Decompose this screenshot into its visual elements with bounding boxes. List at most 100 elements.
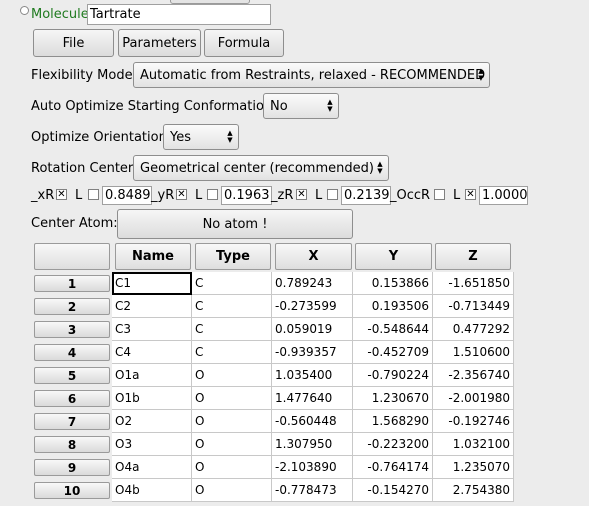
rotation-center-value: Geometrical center (recommended) [140,160,374,176]
table-cell-name[interactable]: C2 [112,295,192,318]
table-cell-type[interactable]: O [192,456,272,479]
table-cell-name[interactable]: O2 [112,410,192,433]
zR-refine-checkbox[interactable]: ✕ [296,189,307,200]
flexibility-label: Flexibility Model [31,68,137,83]
table-cell-name[interactable]: C4 [112,341,192,364]
table-cell-y[interactable]: -0.548644 [353,318,433,341]
table-cell-x[interactable]: -0.273599 [272,295,353,318]
table-cell-x[interactable]: -0.560448 [272,410,353,433]
table-cell-type[interactable]: C [192,318,272,341]
yR-limit-checkbox[interactable] [207,189,218,200]
molecule-name-field[interactable]: Tartrate [87,4,271,25]
table-cell-type[interactable]: O [192,364,272,387]
table-cell-type[interactable]: O [192,433,272,456]
row-header[interactable]: 7 [34,413,110,430]
rotation-center-select[interactable]: Geometrical center (recommended) ▲ ▼ [133,155,389,181]
table-cell-name[interactable]: C3 [112,318,192,341]
column-header-y[interactable]: Y [355,243,432,270]
row-header[interactable]: 8 [34,436,110,453]
optimize-orientation-label: Optimize Orientation [31,130,167,145]
updown-icon: ▲ ▼ [478,67,484,82]
table-cell-x[interactable]: -2.103890 [272,456,353,479]
table-cell-x[interactable]: -0.778473 [272,479,353,502]
updown-icon: ▲ ▼ [327,98,333,113]
auto-optimize-select[interactable]: No ▲ ▼ [263,93,339,119]
yR-refine-checkbox[interactable]: ✕ [176,189,187,200]
xR-label: _xR [31,188,55,203]
zR-limit-checkbox[interactable] [327,189,338,200]
table-cell-z[interactable]: -1.651850 [433,272,514,295]
row-header[interactable]: 4 [34,344,110,361]
yR-value-field[interactable]: 0.1963 [221,186,272,205]
table-cell-z[interactable]: 0.477292 [433,318,514,341]
table-cell-name[interactable]: O1a [112,364,192,387]
table-cell-name[interactable]: C1 [112,272,192,295]
zR-value-field[interactable]: 0.2139 [341,186,391,205]
table-cell-z[interactable]: 1.510600 [433,341,514,364]
table-cell-z[interactable]: -0.192746 [433,410,514,433]
parameters-button[interactable]: Parameters [118,29,201,57]
table-cell-z[interactable]: -2.356740 [433,364,514,387]
table-cell-type[interactable]: C [192,272,272,295]
table-cell-y[interactable]: 0.153866 [353,272,433,295]
auto-optimize-label: Auto Optimize Starting Conformation [31,99,273,114]
row-header[interactable]: 3 [34,321,110,338]
table-cell-y[interactable]: -0.790224 [353,364,433,387]
table-cell-y[interactable]: -0.452709 [353,341,433,364]
row-header[interactable]: 9 [34,459,110,476]
table-cell-y[interactable]: 1.230670 [353,387,433,410]
column-header-type[interactable]: Type [195,243,271,270]
table-cell-type[interactable]: C [192,341,272,364]
updown-icon: ▲ ▼ [377,160,383,175]
yR-limit-label: L [195,188,203,203]
occR-value-field[interactable]: 1.0000 [479,186,528,205]
formula-button[interactable]: Formula [204,29,284,57]
table-cell-x[interactable]: 0.059019 [272,318,353,341]
table-cell-z[interactable]: 2.754380 [433,479,514,502]
table-corner-header [34,243,110,270]
table-cell-x[interactable]: 1.307950 [272,433,353,456]
table-cell-name[interactable]: O1b [112,387,192,410]
xR-limit-label: L [75,188,83,203]
table-cell-z[interactable]: 1.235070 [433,456,514,479]
center-atom-button[interactable]: No atom ! [117,209,353,239]
optimize-orientation-select[interactable]: Yes ▲ ▼ [163,124,239,150]
row-header[interactable]: 2 [34,298,110,315]
table-cell-y[interactable]: 1.568290 [353,410,433,433]
table-cell-z[interactable]: 1.032100 [433,433,514,456]
table-cell-x[interactable]: -0.939357 [272,341,353,364]
table-cell-type[interactable]: O [192,410,272,433]
table-cell-z[interactable]: -0.713449 [433,295,514,318]
table-cell-y[interactable]: -0.764174 [353,456,433,479]
row-header[interactable]: 5 [34,367,110,384]
column-header-name[interactable]: Name [115,243,191,270]
column-header-z[interactable]: Z [435,243,511,270]
occR-limit-label: L [453,188,461,203]
table-cell-y[interactable]: -0.154270 [353,479,433,502]
table-cell-z[interactable]: -2.001980 [433,387,514,410]
table-cell-x[interactable]: 0.789243 [272,272,353,295]
row-header[interactable]: 6 [34,390,110,407]
table-cell-y[interactable]: -0.223200 [353,433,433,456]
collapse-toggle[interactable] [20,6,29,15]
table-cell-x[interactable]: 1.477640 [272,387,353,410]
xR-limit-checkbox[interactable] [88,189,99,200]
column-header-x[interactable]: X [275,243,352,270]
row-header[interactable]: 10 [34,482,110,499]
table-cell-name[interactable]: O4b [112,479,192,502]
occR-refine-checkbox[interactable] [434,189,445,200]
table-cell-type[interactable]: O [192,387,272,410]
row-header[interactable]: 1 [34,275,110,292]
flexibility-select[interactable]: Automatic from Restraints, relaxed - REC… [133,62,490,88]
occR-limit-checkbox[interactable]: ✕ [465,189,476,200]
yR-label: _yR [151,188,175,203]
table-cell-x[interactable]: 1.035400 [272,364,353,387]
table-cell-type[interactable]: C [192,295,272,318]
file-button[interactable]: File [33,29,114,57]
table-cell-type[interactable]: O [192,479,272,502]
table-cell-name[interactable]: O4a [112,456,192,479]
xR-value-field[interactable]: 0.8489 [102,186,152,205]
table-cell-name[interactable]: O3 [112,433,192,456]
table-cell-y[interactable]: 0.193506 [353,295,433,318]
xR-refine-checkbox[interactable]: ✕ [56,189,67,200]
